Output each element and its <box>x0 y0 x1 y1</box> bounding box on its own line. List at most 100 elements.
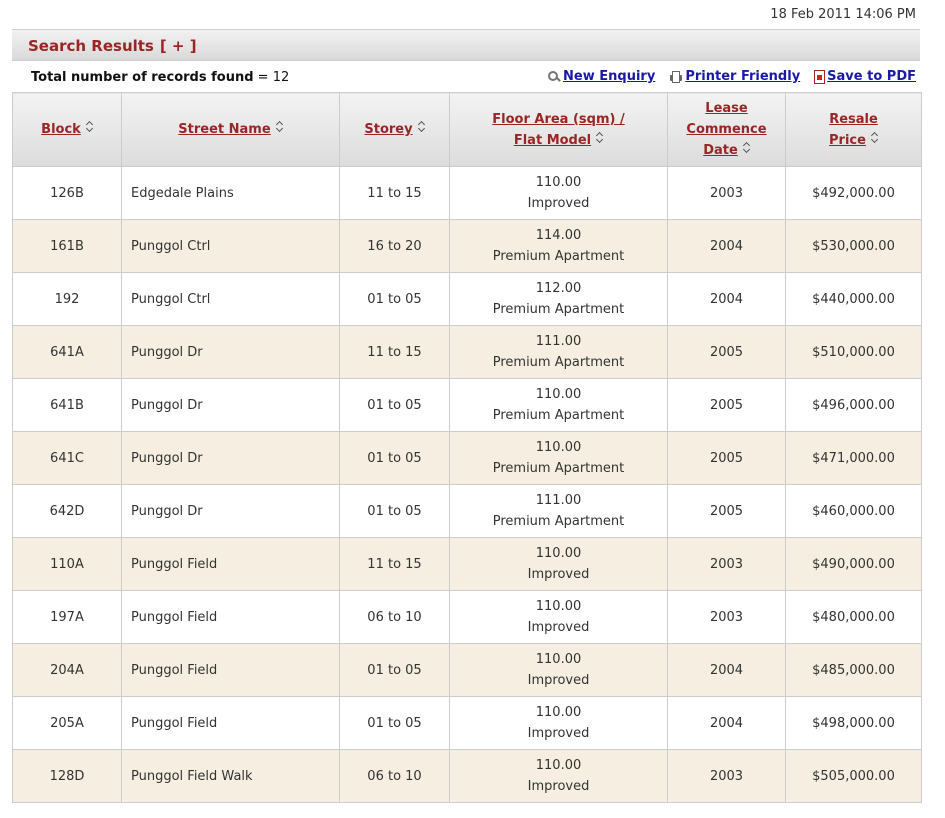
search-icon <box>547 70 561 84</box>
cell-price: $471,000.00 <box>785 431 922 485</box>
table-row: 126B Edgedale Plains 11 to 15 110.00 Impr… <box>12 166 922 220</box>
sort-icon[interactable] <box>871 132 878 143</box>
sort-flat-model-link[interactable]: Flat Model <box>514 133 591 148</box>
cell-block: 126B <box>12 166 122 220</box>
results-table: Block Street Name Storey Floor Area (sqm… <box>12 92 922 803</box>
floor-area-value: 110.00 <box>535 387 582 402</box>
cell-floor-area: 111.00 Premium Apartment <box>449 484 668 538</box>
table-row: 642D Punggol Dr 01 to 05 111.00 Premium A… <box>12 484 922 538</box>
floor-area-value: 111.00 <box>535 493 582 508</box>
cell-block: 641C <box>12 431 122 485</box>
record-count-separator: = <box>257 70 269 85</box>
flat-model-value: Improved <box>527 726 590 741</box>
floor-area-value: 112.00 <box>535 281 582 296</box>
cell-lease: 2005 <box>667 431 786 485</box>
printer-friendly-link[interactable]: Printer Friendly <box>669 69 800 84</box>
cell-block: 197A <box>12 590 122 644</box>
sort-icon[interactable] <box>276 121 283 132</box>
cell-price: $440,000.00 <box>785 272 922 326</box>
sort-icon[interactable] <box>418 121 425 132</box>
cell-block: 204A <box>12 643 122 697</box>
floor-area-value: 110.00 <box>535 440 582 455</box>
cell-lease: 2004 <box>667 696 786 750</box>
search-results-title: Search Results [ + ] <box>28 37 197 55</box>
cell-price: $498,000.00 <box>785 696 922 750</box>
sort-resale-link[interactable]: Resale <box>829 112 878 127</box>
search-results-header: Search Results [ + ] <box>12 29 920 61</box>
floor-area-value: 110.00 <box>535 705 582 720</box>
save-pdf-link[interactable]: Save to PDF <box>814 69 916 84</box>
cell-lease: 2004 <box>667 219 786 273</box>
cell-price: $505,000.00 <box>785 749 922 803</box>
floor-area-value: 110.00 <box>535 175 582 190</box>
column-header-block: Block <box>12 92 122 167</box>
cell-lease: 2003 <box>667 537 786 591</box>
flat-model-value: Improved <box>527 779 590 794</box>
column-header-lease: Lease Commence Date <box>667 92 786 167</box>
cell-price: $480,000.00 <box>785 590 922 644</box>
cell-lease: 2003 <box>667 166 786 220</box>
cell-storey: 01 to 05 <box>339 643 450 697</box>
cell-lease: 2005 <box>667 325 786 379</box>
cell-price: $490,000.00 <box>785 537 922 591</box>
cell-lease: 2005 <box>667 378 786 432</box>
cell-street: Punggol Field <box>121 696 340 750</box>
record-count: Total number of records found = 12 <box>31 70 289 85</box>
expand-toggle-button[interactable]: [ + ] <box>160 37 197 55</box>
cell-floor-area: 114.00 Premium Apartment <box>449 219 668 273</box>
sort-street-link[interactable]: Street Name <box>178 122 270 137</box>
flat-model-value: Premium Apartment <box>492 461 625 476</box>
cell-block: 161B <box>12 219 122 273</box>
column-header-resale-price: Resale Price <box>785 92 922 167</box>
cell-block: 128D <box>12 749 122 803</box>
sort-floor-area-link[interactable]: Floor Area (sqm) / <box>492 112 624 127</box>
cell-storey: 06 to 10 <box>339 749 450 803</box>
cell-storey: 01 to 05 <box>339 696 450 750</box>
flat-model-value: Improved <box>527 567 590 582</box>
cell-storey: 11 to 15 <box>339 166 450 220</box>
flat-model-value: Premium Apartment <box>492 355 625 370</box>
table-row: 110A Punggol Field 11 to 15 110.00 Improv… <box>12 537 922 591</box>
sort-block-link[interactable]: Block <box>41 122 81 137</box>
cell-block: 641B <box>12 378 122 432</box>
new-enquiry-link[interactable]: New Enquiry <box>547 69 655 84</box>
sort-icon[interactable] <box>596 132 603 143</box>
sort-icon[interactable] <box>743 142 750 153</box>
sort-lease-link-2[interactable]: Commence <box>686 122 766 137</box>
sort-lease-link-1[interactable]: Lease <box>705 101 747 116</box>
cell-storey: 01 to 05 <box>339 272 450 326</box>
cell-street: Punggol Field <box>121 537 340 591</box>
column-header-storey: Storey <box>339 92 450 167</box>
cell-block: 641A <box>12 325 122 379</box>
cell-floor-area: 112.00 Premium Apartment <box>449 272 668 326</box>
cell-floor-area: 110.00 Improved <box>449 590 668 644</box>
table-row: 192 Punggol Ctrl 01 to 05 112.00 Premium … <box>12 272 922 326</box>
sort-storey-link[interactable]: Storey <box>364 122 412 137</box>
floor-area-value: 110.00 <box>535 546 582 561</box>
floor-area-value: 114.00 <box>535 228 582 243</box>
cell-price: $460,000.00 <box>785 484 922 538</box>
cell-price: $485,000.00 <box>785 643 922 697</box>
cell-street: Punggol Field <box>121 590 340 644</box>
cell-street: Punggol Ctrl <box>121 272 340 326</box>
column-header-street: Street Name <box>121 92 340 167</box>
table-row: 204A Punggol Field 01 to 05 110.00 Improv… <box>12 643 922 697</box>
cell-price: $492,000.00 <box>785 166 922 220</box>
cell-floor-area: 110.00 Improved <box>449 643 668 697</box>
floor-area-value: 111.00 <box>535 334 582 349</box>
sort-icon[interactable] <box>86 121 93 132</box>
sort-price-link[interactable]: Price <box>829 133 866 148</box>
floor-area-value: 110.00 <box>535 652 582 667</box>
cell-floor-area: 110.00 Improved <box>449 537 668 591</box>
cell-floor-area: 111.00 Premium Apartment <box>449 325 668 379</box>
cell-street: Punggol Ctrl <box>121 219 340 273</box>
cell-street: Punggol Dr <box>121 431 340 485</box>
flat-model-value: Premium Apartment <box>492 514 625 529</box>
flat-model-value: Improved <box>527 196 590 211</box>
cell-lease: 2004 <box>667 643 786 697</box>
cell-storey: 11 to 15 <box>339 325 450 379</box>
printer-friendly-label: Printer Friendly <box>685 69 801 84</box>
flat-model-value: Premium Apartment <box>492 249 625 264</box>
cell-storey: 01 to 05 <box>339 484 450 538</box>
sort-lease-link-3[interactable]: Date <box>703 143 738 158</box>
